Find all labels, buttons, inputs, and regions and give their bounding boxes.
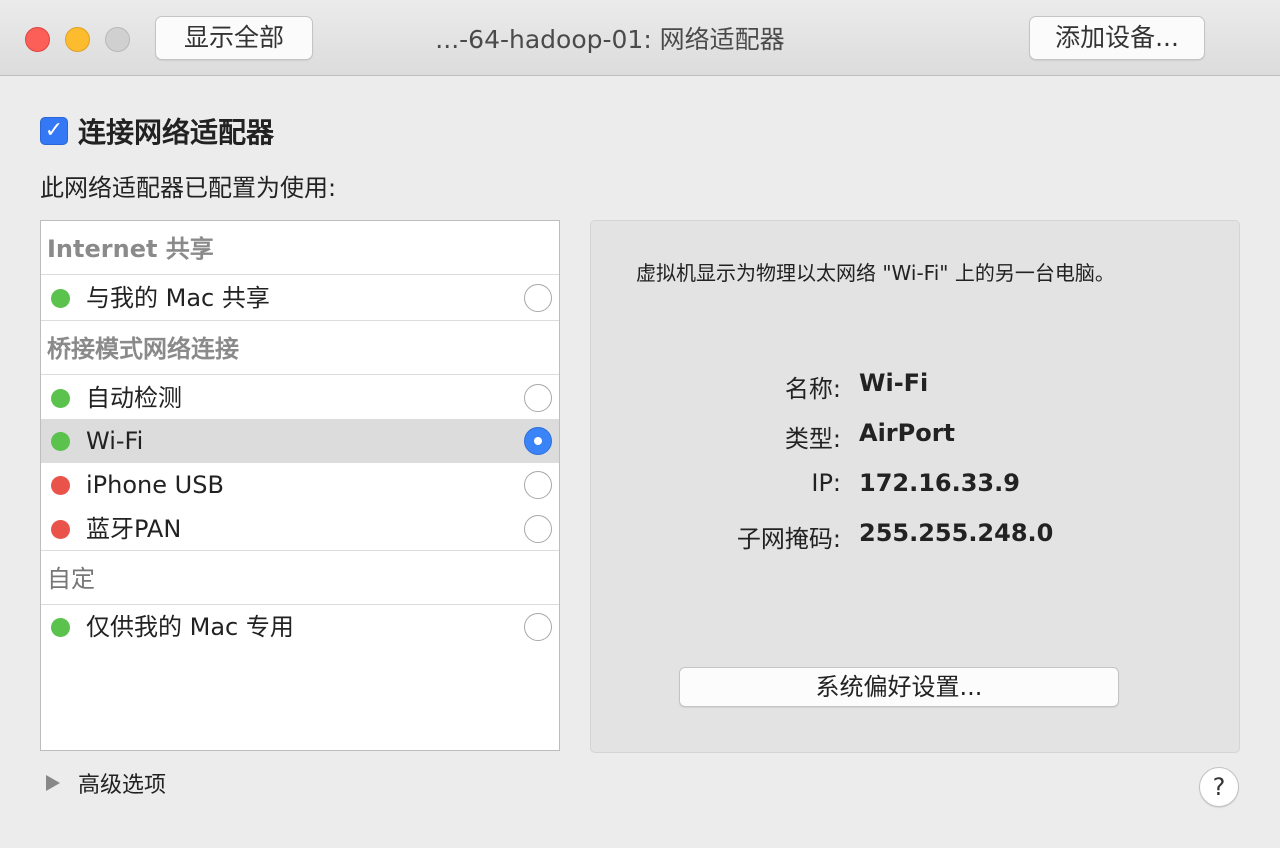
list-item-share-with-mac[interactable]: 与我的 Mac 共享 bbox=[41, 276, 559, 320]
radio-button[interactable] bbox=[524, 384, 552, 412]
list-item-label: 仅供我的 Mac 专用 bbox=[86, 613, 294, 641]
status-dot-icon bbox=[51, 389, 70, 408]
connect-adapter-label: 连接网络适配器 bbox=[78, 116, 275, 149]
radio-button[interactable] bbox=[524, 284, 552, 312]
adapter-list: Internet 共享 与我的 Mac 共享 桥接模式网络连接 自动检测 Wi-… bbox=[40, 220, 560, 751]
system-preferences-button[interactable]: 系统偏好设置... bbox=[679, 667, 1119, 707]
show-all-button[interactable]: 显示全部 bbox=[155, 16, 313, 60]
ip-value: 172.16.33.9 bbox=[859, 469, 1020, 497]
status-dot-icon bbox=[51, 618, 70, 637]
list-item-mac-only[interactable]: 仅供我的 Mac 专用 bbox=[41, 605, 559, 649]
section-header-internet-sharing: Internet 共享 bbox=[41, 221, 559, 275]
list-item-bluetooth-pan[interactable]: 蓝牙PAN bbox=[41, 507, 559, 551]
close-window-button[interactable] bbox=[25, 27, 50, 52]
adapter-info-panel: 虚拟机显示为物理以太网络 "Wi-Fi" 上的另一台电脑。 名称: Wi-Fi … bbox=[590, 220, 1240, 753]
list-item-label: 与我的 Mac 共享 bbox=[86, 284, 270, 312]
adapter-description: 虚拟机显示为物理以太网络 "Wi-Fi" 上的另一台电脑。 bbox=[636, 261, 1115, 285]
advanced-options-label: 高级选项 bbox=[78, 773, 167, 798]
list-item-label: Wi-Fi bbox=[86, 427, 144, 455]
list-item-label: 蓝牙PAN bbox=[86, 515, 182, 543]
status-dot-icon bbox=[51, 432, 70, 451]
list-item-iphone-usb[interactable]: iPhone USB bbox=[41, 463, 559, 507]
radio-button[interactable] bbox=[524, 471, 552, 499]
ip-label: IP: bbox=[811, 469, 841, 497]
list-item-label: 自动检测 bbox=[86, 384, 182, 412]
connect-adapter-row[interactable]: ✓ 连接网络适配器 bbox=[40, 114, 275, 149]
disclosure-triangle-icon[interactable] bbox=[46, 775, 60, 791]
zoom-window-button[interactable] bbox=[105, 27, 130, 52]
title-bar: 显示全部 ...-64-hadoop-01: 网络适配器 添加设备... bbox=[0, 0, 1280, 76]
radio-button[interactable] bbox=[524, 613, 552, 641]
subnet-mask-label: 子网掩码: bbox=[736, 525, 841, 553]
list-item-autodetect[interactable]: 自动检测 bbox=[41, 376, 559, 420]
name-label: 名称: bbox=[784, 375, 841, 403]
advanced-options-disclosure[interactable]: 高级选项 bbox=[46, 768, 166, 798]
subnet-mask-value: 255.255.248.0 bbox=[859, 519, 1054, 547]
type-value: AirPort bbox=[859, 419, 956, 447]
minimize-window-button[interactable] bbox=[65, 27, 90, 52]
status-dot-icon bbox=[51, 520, 70, 539]
list-item-wifi[interactable]: Wi-Fi bbox=[41, 419, 559, 463]
add-device-button[interactable]: 添加设备... bbox=[1029, 16, 1205, 60]
list-item-label: iPhone USB bbox=[86, 471, 224, 499]
status-dot-icon bbox=[51, 476, 70, 495]
connect-adapter-checkbox[interactable]: ✓ bbox=[40, 117, 68, 145]
window-title: ...-64-hadoop-01: 网络适配器 bbox=[435, 25, 785, 54]
section-header-custom: 自定 bbox=[41, 551, 559, 605]
type-label: 类型: bbox=[784, 425, 841, 453]
status-dot-icon bbox=[51, 289, 70, 308]
name-value: Wi-Fi bbox=[859, 369, 929, 397]
section-header-bridged: 桥接模式网络连接 bbox=[41, 321, 559, 375]
help-button[interactable]: ? bbox=[1199, 767, 1239, 807]
configured-for-label: 此网络适配器已配置为使用: bbox=[40, 174, 337, 202]
radio-button[interactable] bbox=[524, 515, 552, 543]
radio-button-selected[interactable] bbox=[524, 427, 552, 455]
